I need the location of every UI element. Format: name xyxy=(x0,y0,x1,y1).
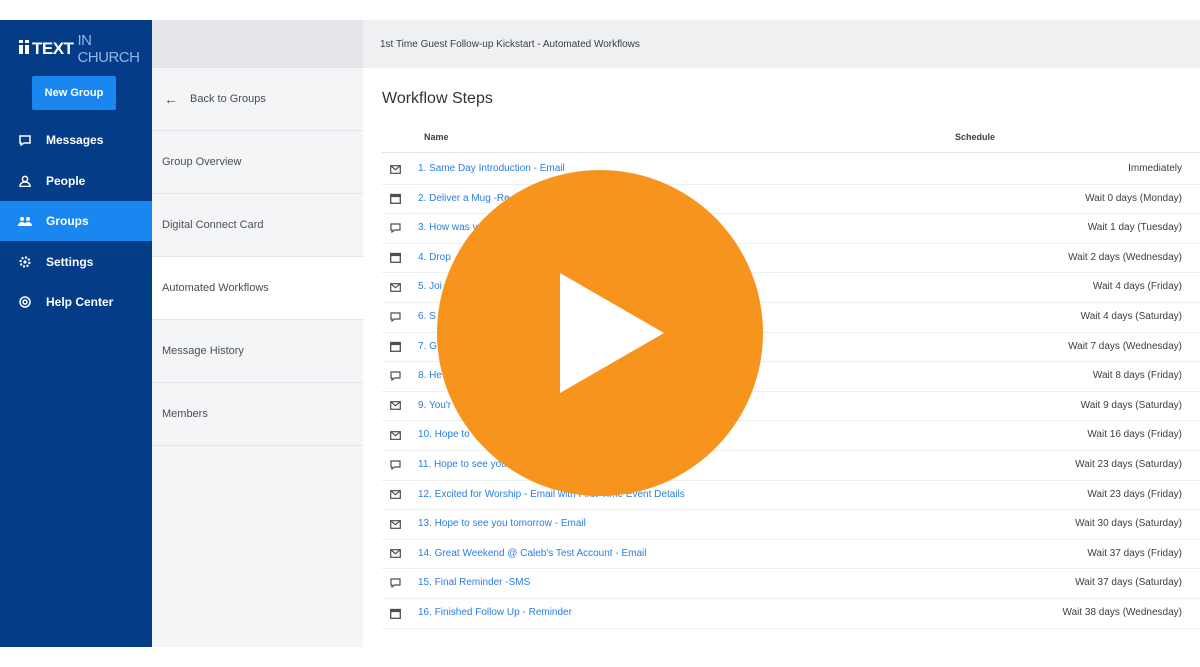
group-menu-item-automated-workflows[interactable]: Automated Workflows xyxy=(152,257,363,320)
groups-icon xyxy=(18,214,32,228)
calendar-icon xyxy=(389,252,401,264)
step-schedule: Wait 37 days (Friday) xyxy=(1087,547,1182,559)
step-schedule: Wait 16 days (Friday) xyxy=(1087,429,1182,441)
group-menu-item-label: Group Overview xyxy=(162,156,242,168)
group-menu-item-members[interactable]: Members xyxy=(152,383,363,446)
nav-item-label: People xyxy=(46,174,86,188)
step-name-link[interactable]: 5. Joi xyxy=(418,281,442,292)
breadcrumb-text: 1st Time Guest Follow-up Kickstart - Aut… xyxy=(380,38,640,50)
person-icon xyxy=(18,174,32,188)
group-menu-item-overview[interactable]: Group Overview xyxy=(152,131,363,194)
step-schedule: Wait 23 days (Friday) xyxy=(1087,488,1182,500)
help-icon xyxy=(18,295,32,309)
nav-item-messages[interactable]: Messages xyxy=(0,120,152,160)
step-name-link[interactable]: 1. Same Day Introduction - Email xyxy=(418,163,565,174)
back-to-groups-link[interactable]: ← Back to Groups xyxy=(152,68,363,131)
logo-text-light: IN CHURCH xyxy=(77,32,140,66)
step-name-link[interactable]: 15. Final Reminder -SMS xyxy=(418,577,530,588)
logo-text: TEXT xyxy=(32,39,74,58)
new-group-button[interactable]: New Group xyxy=(32,76,116,110)
calendar-icon xyxy=(389,607,401,619)
step-schedule: Wait 0 days (Monday) xyxy=(1085,192,1182,204)
step-schedule: Wait 4 days (Saturday) xyxy=(1080,311,1182,322)
step-name-link[interactable]: 4. Drop xyxy=(418,252,451,263)
app-window: TEXT IN CHURCH New Group Messages People… xyxy=(0,0,1200,667)
logo-icon xyxy=(19,40,29,58)
nav-item-settings[interactable]: Settings xyxy=(0,242,152,282)
nav-item-label: Messages xyxy=(46,133,104,147)
group-menu-item-label: Message History xyxy=(162,345,244,357)
step-name-link[interactable]: 9. You'r xyxy=(418,400,451,411)
group-menu-item-label: Digital Connect Card xyxy=(162,219,264,231)
step-name-link[interactable]: 3. How was y xyxy=(418,222,477,233)
column-header-name[interactable]: Name xyxy=(424,132,449,142)
header-divider xyxy=(382,152,1200,153)
calendar-icon xyxy=(389,193,401,205)
step-name-link[interactable]: 12. Excited for Worship - Email with Fir… xyxy=(418,489,685,500)
page-title: Workflow Steps xyxy=(382,90,493,107)
step-name-link[interactable]: 14. Great Weekend @ Caleb's Test Account… xyxy=(418,548,646,559)
group-menu-item-label: Members xyxy=(162,408,208,420)
arrow-left-icon: ← xyxy=(164,91,178,107)
message-icon xyxy=(18,133,32,147)
sms-icon xyxy=(389,577,401,589)
nav-item-label: Help Center xyxy=(46,295,114,309)
sms-icon xyxy=(389,459,401,471)
step-name-link[interactable]: 10. Hope to xyxy=(418,429,470,440)
breadcrumb: 1st Time Guest Follow-up Kickstart - Aut… xyxy=(363,20,1200,68)
step-schedule: Wait 2 days (Wednesday) xyxy=(1068,251,1182,263)
step-schedule: Wait 1 day (Tuesday) xyxy=(1087,222,1182,234)
group-menu-item-connect-card[interactable]: Digital Connect Card xyxy=(152,194,363,257)
nav-item-groups[interactable]: Groups xyxy=(0,201,152,241)
email-icon xyxy=(389,429,401,441)
step-schedule: Wait 23 days (Saturday) xyxy=(1075,459,1182,470)
step-schedule: Wait 7 days (Wednesday) xyxy=(1068,340,1182,352)
nav-item-help-center[interactable]: Help Center xyxy=(0,282,152,322)
step-schedule: Wait 38 days (Wednesday) xyxy=(1062,607,1183,618)
step-schedule: Wait 4 days (Friday) xyxy=(1092,281,1182,293)
back-to-groups-label: Back to Groups xyxy=(190,93,266,105)
nav-item-label: Settings xyxy=(46,255,94,269)
sms-icon xyxy=(389,311,401,323)
logo[interactable]: TEXT IN CHURCH xyxy=(19,32,152,66)
step-name-link[interactable]: 13. Hope to see you tomorrow - Email xyxy=(418,518,586,529)
step-schedule: Immediately xyxy=(1128,163,1182,174)
group-menu-header xyxy=(152,20,363,68)
table-row[interactable]: 1. Same Day Introduction - Email Immediat… xyxy=(382,155,1200,185)
main-nav: TEXT IN CHURCH New Group Messages People… xyxy=(0,20,152,647)
email-icon xyxy=(389,489,401,501)
sms-icon xyxy=(389,370,401,382)
email-icon xyxy=(389,518,401,530)
calendar-icon xyxy=(389,341,401,353)
table-row[interactable]: 12. Excited for Worship - Email with Fir… xyxy=(382,481,1200,511)
play-button[interactable] xyxy=(437,170,763,496)
email-icon xyxy=(389,281,401,293)
group-menu: ← Back to Groups Group Overview Digital … xyxy=(152,20,363,647)
table-row[interactable]: 13. Hope to see you tomorrow - Email Wait… xyxy=(382,510,1200,540)
group-menu-item-label: Automated Workflows xyxy=(162,282,269,294)
table-row[interactable]: 16. Finished Follow Up - Reminder Wait 38… xyxy=(382,599,1200,629)
gear-icon xyxy=(18,255,32,269)
sms-icon xyxy=(389,222,401,234)
nav-item-people[interactable]: People xyxy=(0,161,152,201)
group-menu-item-message-history[interactable]: Message History xyxy=(152,320,363,383)
nav-item-label: Groups xyxy=(46,214,89,228)
step-name-link[interactable]: 6. S xyxy=(418,311,436,322)
step-schedule: Wait 8 days (Friday) xyxy=(1092,370,1182,382)
step-name-link[interactable]: 16. Finished Follow Up - Reminder xyxy=(418,607,572,618)
table-row[interactable]: 15. Final Reminder -SMS Wait 37 days (Sat… xyxy=(382,569,1200,599)
step-name-link[interactable]: 8. He xyxy=(418,370,442,381)
step-schedule: Wait 30 days (Saturday) xyxy=(1075,518,1182,530)
play-icon xyxy=(560,273,664,393)
step-schedule: Wait 9 days (Saturday) xyxy=(1080,399,1182,411)
step-name-link[interactable]: 11. Hope to see you xyxy=(418,459,507,470)
column-header-schedule[interactable]: Schedule xyxy=(955,132,995,142)
table-row[interactable]: 14. Great Weekend @ Caleb's Test Account… xyxy=(382,540,1200,570)
email-icon xyxy=(389,400,401,412)
step-schedule: Wait 37 days (Saturday) xyxy=(1075,577,1182,589)
step-name-link[interactable]: 7. G xyxy=(418,341,437,352)
email-icon xyxy=(389,163,401,175)
step-name-link[interactable]: 2. Deliver a Mug -Re xyxy=(418,193,510,204)
email-icon xyxy=(389,548,401,560)
